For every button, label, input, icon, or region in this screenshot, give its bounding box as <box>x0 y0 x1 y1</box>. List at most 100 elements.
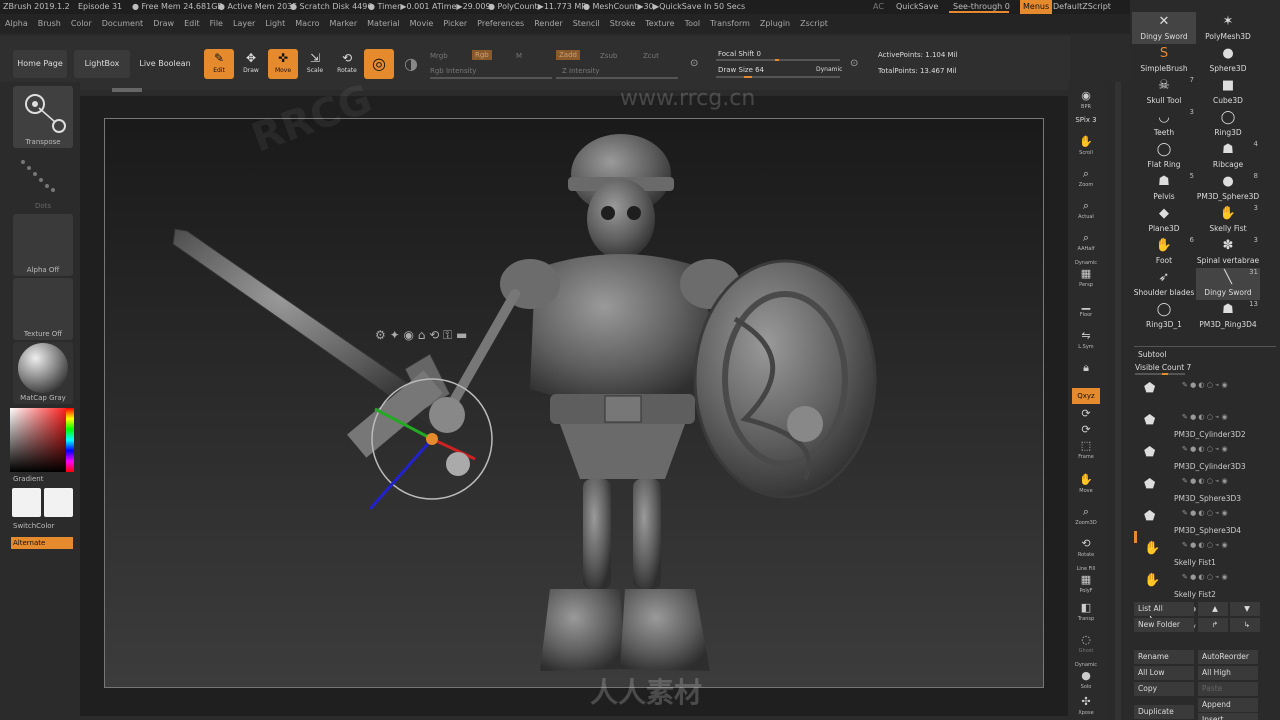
menu-material[interactable]: Material <box>362 14 405 34</box>
solo-button[interactable]: Dynamic ● Solo <box>1072 662 1100 690</box>
document-viewport[interactable]: ⚙ ✦ ◉ ⌂ ⟲ ⚿ ▬ www.rrcg.cn 人人素材 RRCG <box>80 76 1068 716</box>
menu-tool[interactable]: Tool <box>680 14 706 34</box>
canvas[interactable]: ⚙ ✦ ◉ ⌂ ⟲ ⚿ ▬ <box>104 118 1044 688</box>
draw-size-slider[interactable]: Draw Size 64 <box>718 66 764 74</box>
home-page-button[interactable]: Home Page <box>13 50 67 78</box>
append-button[interactable]: Append <box>1198 698 1258 712</box>
subtool-controls[interactable]: ✎ ● ◐ ○ ⌁ ◉ <box>1182 413 1228 421</box>
menu-alpha[interactable]: Alpha <box>0 14 33 34</box>
insert-button[interactable]: Insert <box>1198 713 1258 720</box>
menu-zscript[interactable]: Zscript <box>795 14 833 34</box>
subtool-item[interactable]: ⬟ ✎ ● ◐ ○ ⌁ ◉ PM3D_Cylinder3D3 <box>1136 441 1262 471</box>
menus-toggle[interactable]: Menus <box>1020 0 1053 14</box>
switch-color-button[interactable]: SwitchColor <box>13 522 54 530</box>
gradient-label[interactable]: Gradient <box>13 475 43 483</box>
xyz-button[interactable]: Qxyz <box>1072 388 1100 404</box>
tool-thumbnail[interactable]: ✽ Spinal vertabrae 3 <box>1196 236 1260 268</box>
move-down-button[interactable]: ▼ <box>1230 602 1260 616</box>
subtool-item[interactable]: ✋ ✎ ● ◐ ○ ⌁ ◉ Skelly Fist1 <box>1136 537 1262 567</box>
zoom3d-button[interactable]: ⌕ Zoom3D <box>1072 504 1100 532</box>
menu-render[interactable]: Render <box>529 14 567 34</box>
floor-button[interactable]: ▁ Floor <box>1072 296 1100 324</box>
scale-mode-button[interactable]: ⇲ Scale <box>300 49 330 79</box>
xpose-button[interactable]: ✣ Xpose <box>1072 694 1100 720</box>
all-high-button[interactable]: All High <box>1198 666 1258 680</box>
menu-light[interactable]: Light <box>260 14 290 34</box>
tool-thumbnail[interactable]: ◯ Ring3D <box>1196 108 1260 140</box>
rgb-toggle[interactable]: Rgb <box>472 50 492 60</box>
move-up-button[interactable]: ▲ <box>1198 602 1228 616</box>
dots-stroke[interactable]: Dots <box>13 150 73 212</box>
tool-thumbnail[interactable]: ╲ Dingy Sword 31 <box>1196 268 1260 300</box>
quicksave-button[interactable]: QuickSave <box>896 0 938 14</box>
menu-stencil[interactable]: Stencil <box>568 14 605 34</box>
lightbox-button[interactable]: LightBox <box>74 50 130 78</box>
gizmo-toolbar[interactable]: ⚙ ✦ ◉ ⌂ ⟲ ⚿ ▬ <box>375 328 467 342</box>
material-sphere-button[interactable]: ◎ <box>364 49 394 79</box>
z-intensity-slider[interactable]: Z Intensity <box>562 67 600 75</box>
hue-strip[interactable] <box>66 408 74 472</box>
tool-thumbnail[interactable]: ◯ Ring3D_1 <box>1132 300 1196 332</box>
subtool-controls[interactable]: ✎ ● ◐ ○ ⌁ ◉ <box>1182 477 1228 485</box>
color-picker[interactable] <box>10 408 74 472</box>
menu-layer[interactable]: Layer <box>228 14 260 34</box>
mrgb-toggle[interactable]: Mrgb <box>430 52 448 60</box>
dynamic-toggle[interactable]: Dynamic <box>816 66 842 73</box>
tool-thumbnail[interactable]: ✕ Dingy Sword <box>1132 12 1196 44</box>
subtool-controls[interactable]: ✎ ● ◐ ○ ⌁ ◉ <box>1182 381 1228 389</box>
zsub-toggle[interactable]: Zsub <box>600 52 617 60</box>
subtool-controls[interactable]: ✎ ● ◐ ○ ⌁ ◉ <box>1182 509 1228 517</box>
material-slot[interactable]: MatCap Gray <box>13 342 73 404</box>
subtool-item[interactable]: ✋ ✎ ● ◐ ○ ⌁ ◉ Skelly Fist2 <box>1136 569 1262 599</box>
menu-macro[interactable]: Macro <box>290 14 324 34</box>
tool-thumbnail[interactable]: S SimpleBrush <box>1132 44 1196 76</box>
transpose-tool[interactable]: Transpose <box>13 86 73 148</box>
copy-button[interactable]: Copy <box>1134 682 1194 696</box>
tool-thumbnail[interactable]: ✋ Skelly Fist 3 <box>1196 204 1260 236</box>
tool-thumbnail[interactable]: ◆ Plane3D <box>1132 204 1196 236</box>
subtool-item[interactable]: ⬟ ✎ ● ◐ ○ ⌁ ◉ PM3D_Sphere3D4 <box>1136 505 1262 535</box>
rename-button[interactable]: Rename <box>1134 650 1194 664</box>
zoom-button[interactable]: ⌕ Zoom <box>1072 166 1100 194</box>
new-folder-button[interactable]: New Folder <box>1134 618 1194 632</box>
viewport-scroll-handle[interactable] <box>112 88 142 92</box>
frame-button[interactable]: ⬚ Frame <box>1072 438 1100 466</box>
focal-shift-slider[interactable]: Focal Shift 0 <box>718 50 761 58</box>
tray-scrollbar[interactable] <box>1106 82 1130 720</box>
subtool-controls[interactable]: ✎ ● ◐ ○ ⌁ ◉ <box>1182 445 1228 453</box>
tool-thumbnail[interactable]: ◡ Teeth 3 <box>1132 108 1196 140</box>
subtool-item[interactable]: ⬟ ✎ ● ◐ ○ ⌁ ◉ PM3D_Sphere3D3 <box>1136 473 1262 503</box>
zcut-toggle[interactable]: Zcut <box>643 52 659 60</box>
menu-edit[interactable]: Edit <box>179 14 205 34</box>
list-all-button[interactable]: List All <box>1134 602 1194 616</box>
menu-file[interactable]: File <box>205 14 228 34</box>
tool-thumbnail[interactable]: ● PM3D_Sphere3D 8 <box>1196 172 1260 204</box>
menu-preferences[interactable]: Preferences <box>472 14 529 34</box>
live-boolean-button[interactable]: Live Boolean <box>136 50 194 78</box>
rotate-view-button[interactable]: ⟲ Rotate <box>1072 536 1100 564</box>
menu-marker[interactable]: Marker <box>324 14 362 34</box>
all-low-button[interactable]: All Low <box>1134 666 1194 680</box>
actual-button[interactable]: ⌕ Actual <box>1072 198 1100 226</box>
tool-thumbnail[interactable]: ☗ PM3D_Ring3D4 13 <box>1196 300 1260 332</box>
tool-thumbnail[interactable]: ☗ Ribcage 4 <box>1196 140 1260 172</box>
duplicate-button[interactable]: Duplicate <box>1134 705 1194 719</box>
lock-button[interactable]: 🔒︎ <box>1072 360 1100 388</box>
menu-document[interactable]: Document <box>97 14 148 34</box>
menu-brush[interactable]: Brush <box>33 14 66 34</box>
tool-thumbnail[interactable]: ✋ Foot 6 <box>1132 236 1196 268</box>
secondary-color-swatch[interactable] <box>44 488 73 517</box>
subtool-controls[interactable]: ✎ ● ◐ ○ ⌁ ◉ <box>1182 573 1228 581</box>
tool-thumbnail[interactable]: ◯ Flat Ring <box>1132 140 1196 172</box>
menu-texture[interactable]: Texture <box>640 14 679 34</box>
m-toggle[interactable]: M <box>516 52 522 60</box>
ghost-button[interactable]: ◌ Ghost <box>1072 632 1100 660</box>
draw-mode-button[interactable]: ✥ Draw <box>236 49 266 79</box>
texture-slot[interactable]: Texture Off <box>13 278 73 340</box>
spix-slider[interactable]: SPix 3 <box>1072 116 1100 128</box>
menu-draw[interactable]: Draw <box>148 14 179 34</box>
edit-mode-button[interactable]: ✎ Edit <box>204 49 234 79</box>
bpr-button[interactable]: ◉ BPR <box>1072 88 1100 116</box>
transp-button[interactable]: ◧ Transp <box>1072 600 1100 628</box>
visible-count-slider[interactable]: Visible Count 7 <box>1135 363 1191 372</box>
